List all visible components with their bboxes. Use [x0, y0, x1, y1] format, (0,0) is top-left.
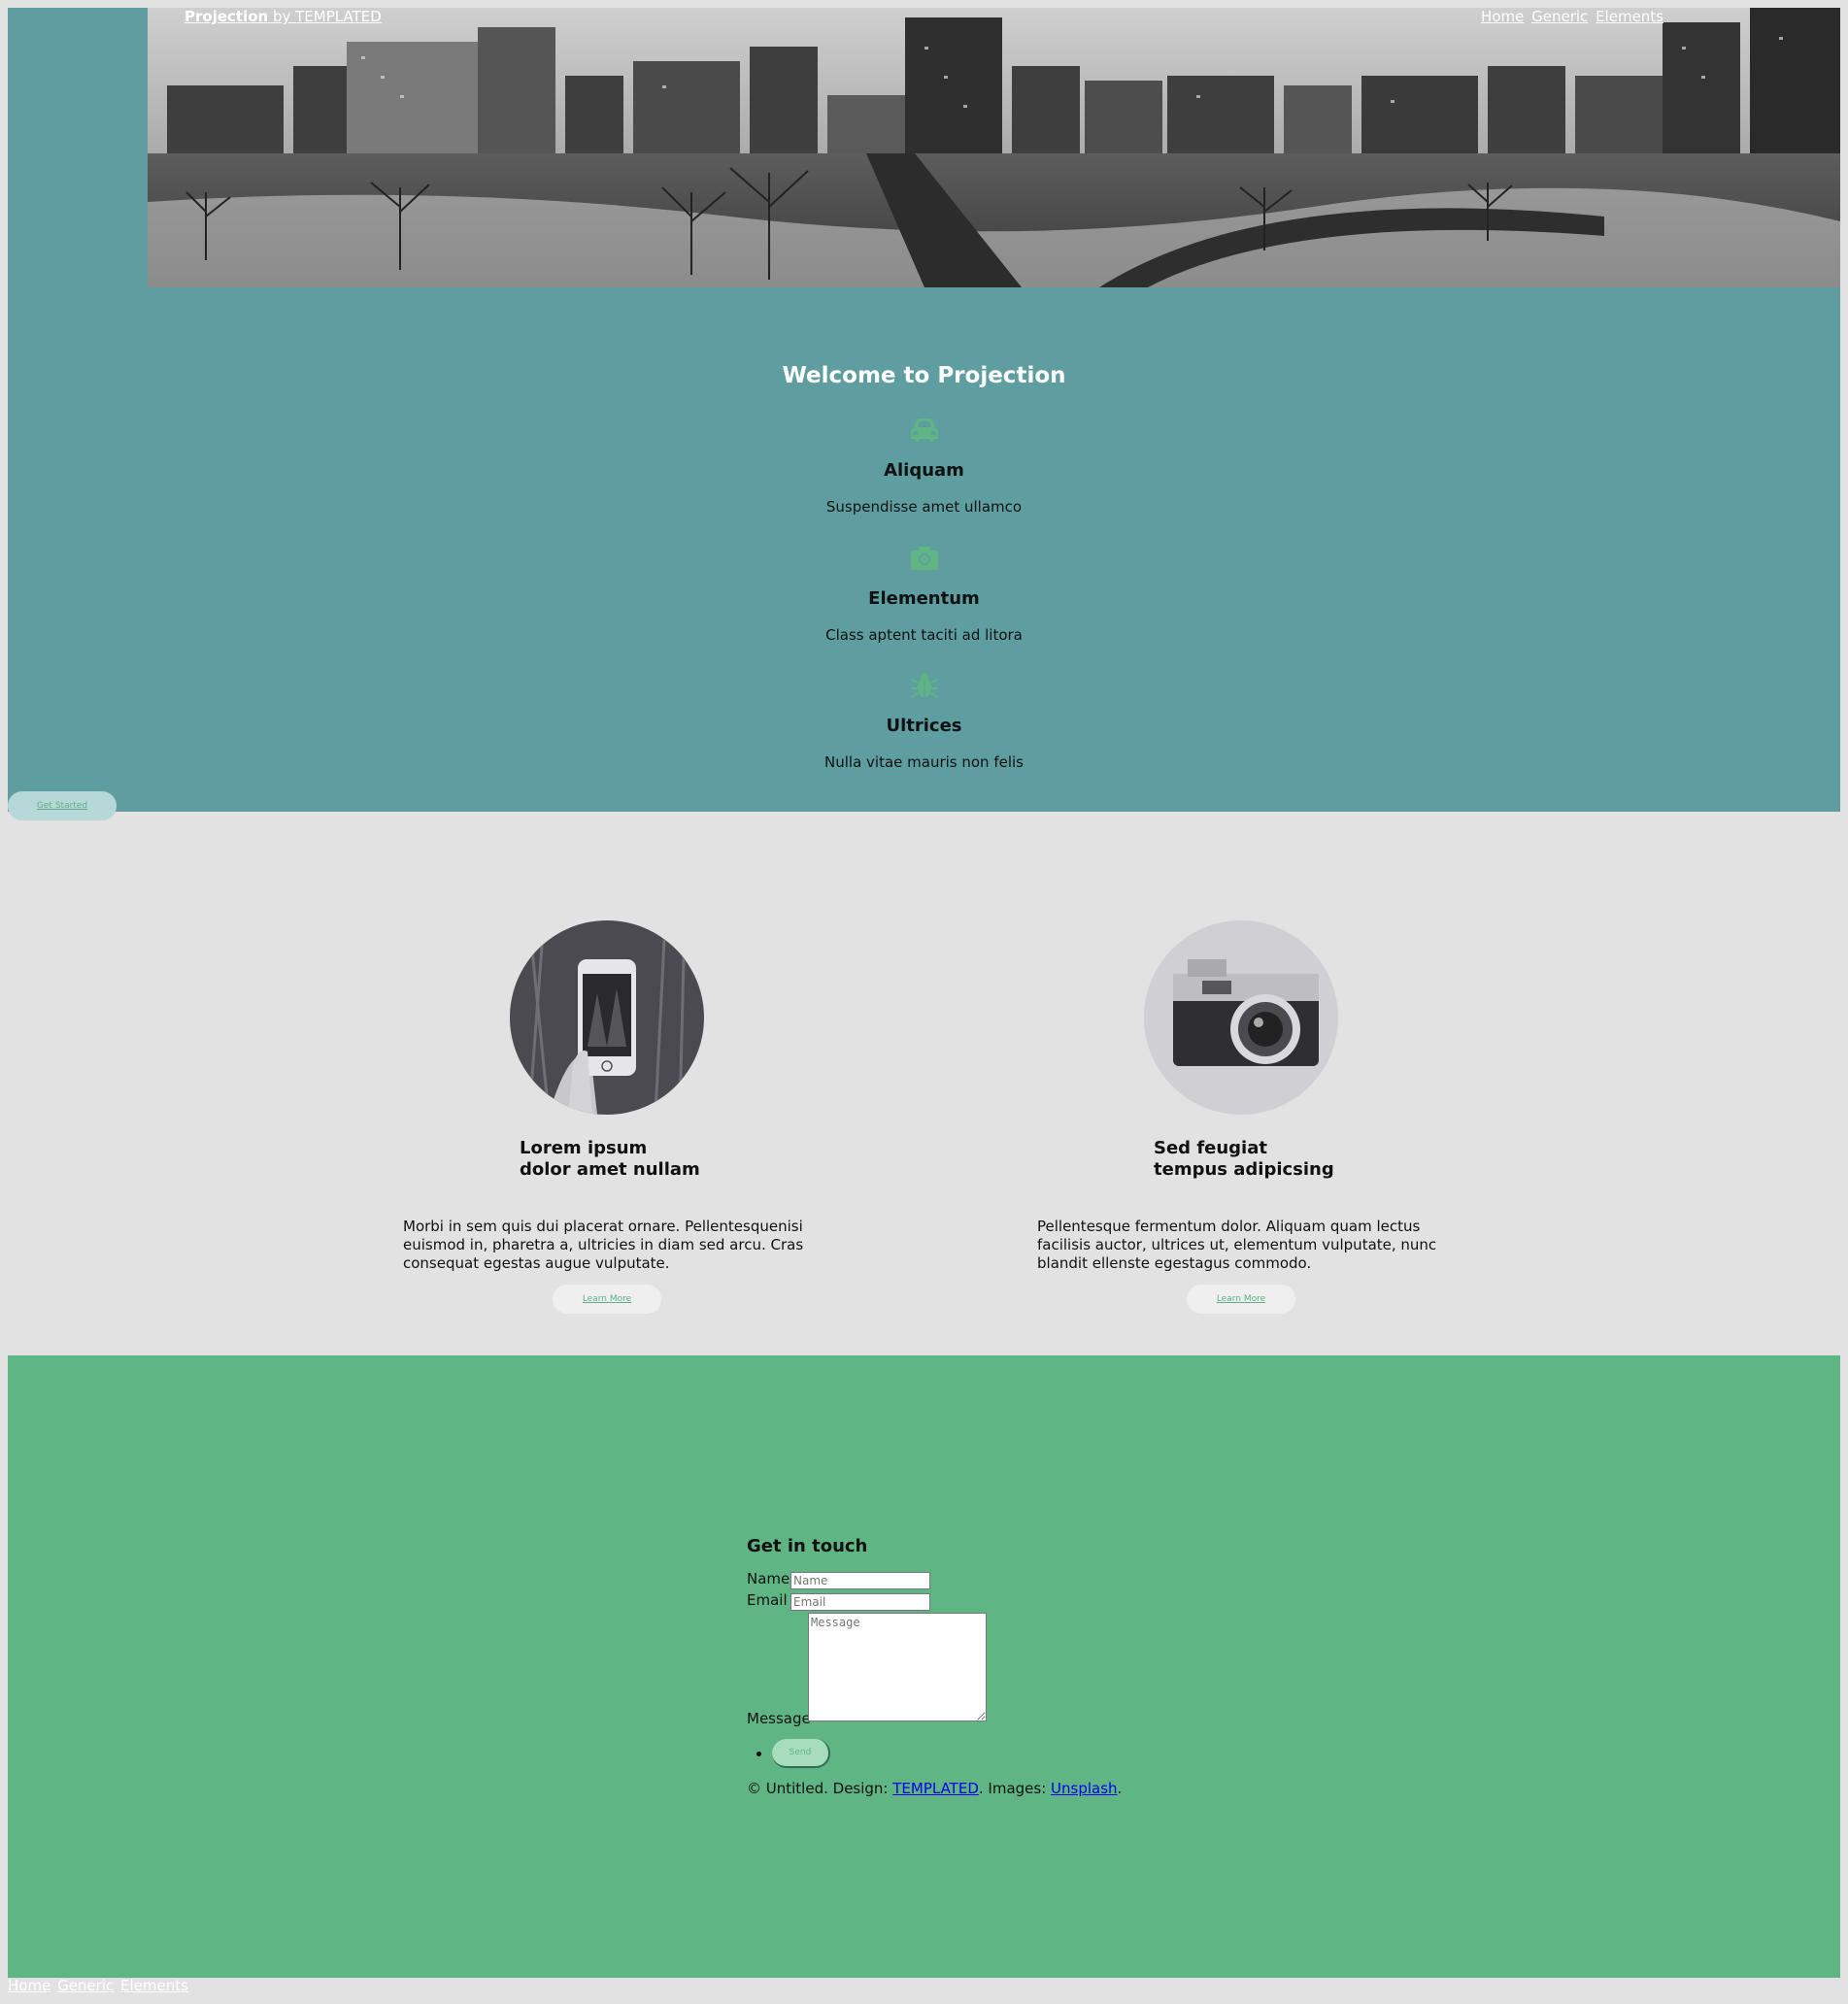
top-nav: Home Generic Elements — [1478, 8, 1663, 25]
camera-photo — [1144, 920, 1338, 1115]
banner-section: Projection by TEMPLATED Home Generic Ele… — [8, 8, 1840, 820]
contact-section: Get in touch Name Email Message Send © U… — [8, 1355, 1840, 1978]
city-skyline-image — [148, 8, 1840, 287]
unsplash-link[interactable]: Unsplash — [1051, 1780, 1118, 1797]
email-input[interactable] — [790, 1593, 930, 1611]
copyright: © Untitled. Design: TEMPLATED. Images: U… — [747, 1780, 1123, 1797]
message-row: Message — [747, 1613, 1252, 1727]
templated-link[interactable]: TEMPLATED — [892, 1780, 979, 1797]
name-label: Name — [747, 1570, 790, 1587]
footer-link-home[interactable]: Home — [8, 1977, 50, 1994]
phone-photo — [510, 920, 704, 1115]
list-item: Send — [772, 1739, 1252, 1768]
email-label: Email — [747, 1591, 788, 1609]
spotlight-title: Sed feugiat tempus adipicsing — [1154, 1138, 1334, 1180]
name-row: Name — [747, 1570, 1252, 1591]
spotlight-1: Lorem ipsum dolor amet nullam Morbi in s… — [403, 920, 811, 1314]
message-textarea[interactable] — [808, 1613, 987, 1721]
feature-aliquam: Aliquam Suspendisse amet ullamco — [8, 416, 1840, 516]
spotlight-text: Morbi in sem quis dui placerat ornare. P… — [403, 1218, 804, 1272]
nav-link-generic[interactable]: Generic — [1531, 8, 1588, 25]
nav-link-elements[interactable]: Elements — [1596, 8, 1663, 25]
nav-link-home[interactable]: Home — [1481, 8, 1524, 25]
footer-link-generic[interactable]: Generic — [57, 1977, 114, 1994]
feature-text: Suspendisse amet ullamco — [825, 498, 1023, 516]
site-logo[interactable]: Projection by TEMPLATED — [185, 8, 382, 25]
feature-title: Aliquam — [884, 460, 964, 481]
feature-ultrices: Ultrices Nulla vitae mauris non felis — [8, 671, 1840, 771]
banner-title: Welcome to Projection — [782, 363, 1066, 388]
spotlight-title: Lorem ipsum dolor amet nullam — [520, 1138, 700, 1180]
bottom-nav: Home Generic Elements — [8, 1977, 190, 1994]
message-label: Message — [747, 1710, 811, 1727]
feature-elementum: Elementum Class aptent taciti ad litora — [8, 544, 1840, 644]
actions-list: Send — [747, 1739, 1252, 1768]
get-started-button[interactable]: Get Started — [8, 791, 117, 820]
email-row: Email — [747, 1591, 1252, 1613]
footer-link-elements[interactable]: Elements — [120, 1977, 188, 1994]
feature-title: Ultrices — [886, 716, 962, 736]
spotlight-2: Sed feugiat tempus adipicsing Pellentesq… — [1037, 920, 1445, 1314]
send-button[interactable]: Send — [772, 1739, 830, 1768]
camera-icon — [910, 547, 938, 570]
car-icon — [910, 418, 938, 442]
feature-text: Class aptent taciti ad litora — [825, 626, 1023, 644]
spotlight-text: Pellentesque fermentum dolor. Aliquam qu… — [1037, 1218, 1437, 1272]
learn-more-button[interactable]: Learn More — [1187, 1285, 1295, 1314]
contact-title: Get in touch — [747, 1536, 868, 1556]
learn-more-button[interactable]: Learn More — [553, 1285, 661, 1314]
feature-title: Elementum — [868, 588, 980, 609]
name-input[interactable] — [790, 1572, 930, 1589]
bug-icon — [910, 673, 938, 698]
feature-text: Nulla vitae mauris non felis — [824, 753, 1024, 771]
